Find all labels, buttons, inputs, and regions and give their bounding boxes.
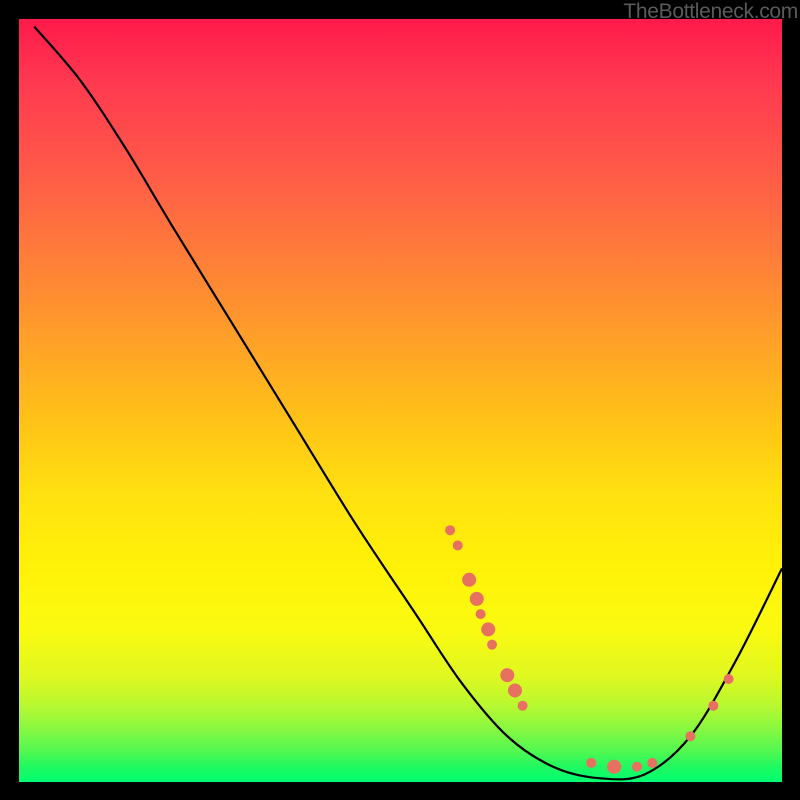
data-point	[481, 622, 495, 636]
data-point	[487, 640, 497, 650]
data-point	[476, 609, 486, 619]
data-point	[724, 674, 734, 684]
data-point	[500, 668, 514, 682]
data-point	[685, 731, 695, 741]
main-curve	[34, 27, 782, 780]
data-points	[445, 525, 733, 774]
plot-area	[19, 19, 782, 782]
data-point	[586, 758, 596, 768]
data-point	[508, 683, 522, 697]
data-point	[518, 701, 528, 711]
chart-overlay	[19, 19, 782, 782]
data-point	[647, 758, 657, 768]
data-point	[470, 592, 484, 606]
data-point	[462, 573, 476, 587]
data-point	[445, 525, 455, 535]
data-point	[453, 540, 463, 550]
data-point	[708, 701, 718, 711]
data-point	[607, 760, 621, 774]
watermark-text: TheBottleneck.com	[623, 0, 798, 24]
data-point	[632, 762, 642, 772]
